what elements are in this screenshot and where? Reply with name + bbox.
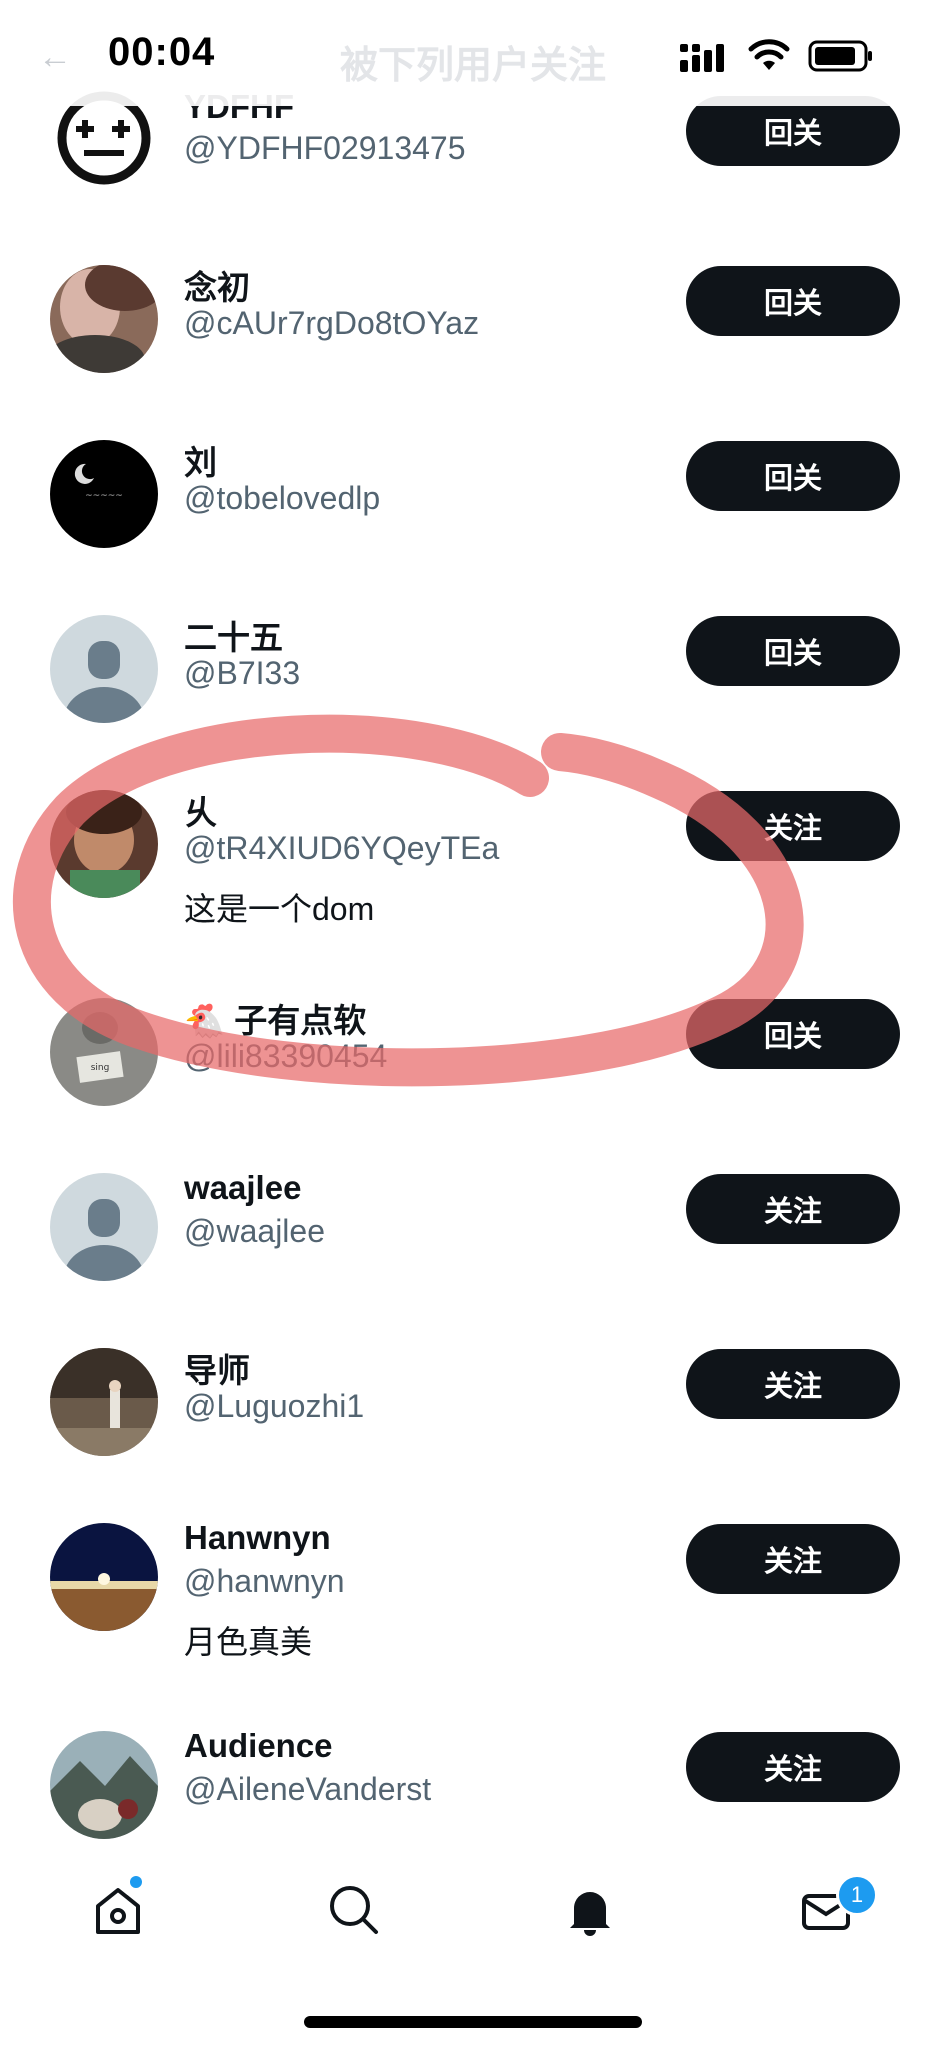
mail-badge: 1 (836, 1874, 878, 1916)
follow-button[interactable]: 关注 (686, 1732, 900, 1802)
follow-back-button[interactable]: 回关 (686, 616, 900, 686)
user-name: Audience (184, 1727, 333, 1764)
follow-back-button[interactable]: 回关 (686, 441, 900, 511)
user-name: Hanwnyn (184, 1519, 331, 1556)
user-handle: @YDFHF02913475 (184, 130, 466, 166)
follow-button[interactable]: 关注 (686, 791, 900, 861)
follow-button[interactable]: 关注 (686, 1174, 900, 1244)
user-handle: @tR4XIUD6YQeyTEa (184, 830, 500, 866)
user-bio: 这是一个dom (184, 891, 375, 927)
user-name: 🐔 子有点软 (184, 1002, 367, 1039)
battery-icon (808, 40, 872, 72)
follow-back-button[interactable]: 回关 (686, 999, 900, 1069)
avatar[interactable] (50, 265, 158, 373)
user-handle: @Luguozhi1 (184, 1388, 365, 1424)
follow-back-button[interactable]: 回关 (686, 266, 900, 336)
avatar[interactable]: ~~~~~ (50, 440, 158, 548)
user-handle: @hanwnyn (184, 1563, 345, 1599)
user-handle: @cAUr7rgDo8tOYaz (184, 305, 480, 341)
status-time: 00:04 (108, 30, 216, 74)
follow-button[interactable]: 关注 (686, 1524, 900, 1594)
status-bar: ← 被下列用户关注 00:04 (0, 0, 947, 106)
cellular-signal-icon (680, 44, 724, 72)
user-name: 二十五 (184, 619, 283, 656)
user-name: waajlee (184, 1169, 302, 1206)
page-title: 被下列用户关注 (340, 45, 607, 87)
home-indicator (304, 2016, 642, 2028)
default-avatar-icon[interactable] (50, 615, 158, 723)
back-arrow-icon[interactable]: ← (38, 38, 72, 77)
user-handle: @lili83390454 (184, 1038, 388, 1074)
user-handle: @tobelovedlp (184, 480, 381, 516)
bell-icon[interactable] (560, 1880, 620, 1940)
avatar[interactable] (50, 1523, 158, 1631)
avatar[interactable] (50, 1348, 158, 1456)
avatar[interactable]: sing (50, 998, 158, 1106)
svg-text:sing: sing (91, 1063, 110, 1073)
default-avatar-icon[interactable] (50, 1173, 158, 1281)
user-bio: 月色真美 (184, 1624, 313, 1660)
user-handle: @B7I33 (184, 655, 301, 691)
follow-button[interactable]: 关注 (686, 1349, 900, 1419)
bottom-nav: 1 (0, 1850, 947, 1980)
avatar[interactable] (50, 790, 158, 898)
user-name: 导师 (184, 1352, 250, 1389)
follow-back-button[interactable]: 回关 (686, 96, 900, 166)
user-name: 刘 (184, 444, 217, 481)
search-icon[interactable] (324, 1880, 384, 1940)
svg-text:~~~~~: ~~~~~ (85, 491, 123, 501)
avatar[interactable] (50, 1731, 158, 1839)
user-name: 念初 (184, 269, 250, 306)
wifi-icon (748, 39, 790, 70)
user-name: 乆 (184, 794, 217, 831)
home-notification-dot (130, 1876, 142, 1888)
user-handle: @AileneVanderst (184, 1771, 432, 1807)
home-icon[interactable] (88, 1880, 148, 1940)
user-handle: @waajlee (184, 1213, 325, 1249)
